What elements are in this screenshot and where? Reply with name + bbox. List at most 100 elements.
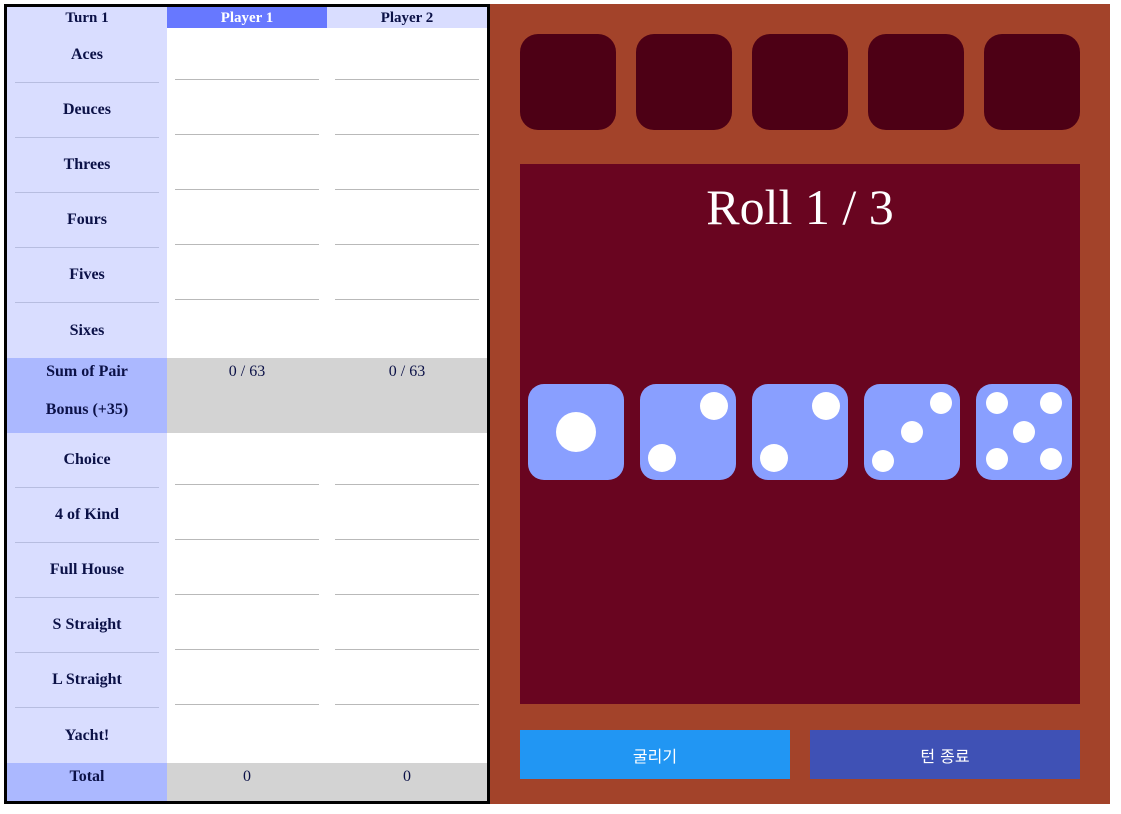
die-pip — [648, 443, 677, 472]
player-2-cell — [327, 193, 487, 248]
player-2-cell — [327, 83, 487, 138]
die-pip — [1039, 447, 1062, 470]
player-2-l-straight-score[interactable] — [335, 659, 479, 705]
score-row: Fours — [7, 193, 487, 248]
player-2-full-house-score[interactable] — [335, 549, 479, 595]
die[interactable] — [864, 384, 960, 480]
player-2-cell — [327, 653, 487, 708]
player-1-threes-score[interactable] — [175, 144, 319, 190]
category-label: L Straight — [15, 653, 159, 708]
category-cell: Sixes — [7, 303, 167, 358]
kept-die-slot[interactable] — [636, 34, 732, 130]
player-1-aces-score[interactable] — [175, 34, 319, 80]
player-2-deuces-score[interactable] — [335, 89, 479, 135]
player-2-choice-score[interactable] — [335, 439, 479, 485]
total-row: Total 0 0 — [7, 763, 487, 801]
die-pip — [699, 392, 728, 421]
die-pip — [901, 421, 923, 443]
kept-die-slot[interactable] — [868, 34, 964, 130]
score-row: Sixes — [7, 303, 487, 358]
player-1-cell — [167, 488, 327, 543]
roll-button[interactable]: 굴리기 — [520, 730, 790, 779]
player-1-yacht-score[interactable] — [175, 714, 319, 760]
player-1-choice-score[interactable] — [175, 439, 319, 485]
player-1-fives-score[interactable] — [175, 254, 319, 300]
player-1-l-straight-score[interactable] — [175, 659, 319, 705]
player-2-sixes-score[interactable] — [335, 309, 479, 355]
player-1-upper-sum: 0 / 63 — [228, 363, 266, 380]
category-label: Deuces — [15, 83, 159, 138]
player-1-deuces-score[interactable] — [175, 89, 319, 135]
player-1-fours-score[interactable] — [175, 199, 319, 245]
category-label: Yacht! — [64, 726, 110, 744]
player-2-upper-sum: 0 / 63 — [388, 363, 426, 380]
score-row: Fives — [7, 248, 487, 303]
score-row: 4 of Kind — [7, 488, 487, 543]
total-label: Total — [69, 768, 105, 785]
player-1-4-of-kind-score[interactable] — [175, 494, 319, 540]
player-2-aces-score[interactable] — [335, 34, 479, 80]
score-sheet: Turn 1 Player 1 Player 2 Aces Deuces Three… — [4, 4, 490, 804]
kept-die-slot[interactable] — [984, 34, 1080, 130]
category-label: S Straight — [15, 598, 159, 653]
kept-die-slot[interactable] — [520, 34, 616, 130]
player-2-cell — [327, 433, 487, 488]
category-label: Choice — [15, 433, 159, 488]
player-2-yacht-score[interactable] — [335, 714, 479, 760]
player-2-fours-score[interactable] — [335, 199, 479, 245]
bonus-label: Bonus (+35) — [45, 401, 129, 418]
player-2-cell — [327, 598, 487, 653]
die[interactable] — [976, 384, 1072, 480]
player-1-full-house-score[interactable] — [175, 549, 319, 595]
roll-indicator: Roll 1 / 3 — [706, 179, 894, 235]
player-1-cell — [167, 543, 327, 598]
player-2-threes-score[interactable] — [335, 144, 479, 190]
category-label: Threes — [15, 138, 159, 193]
kept-die-slot[interactable] — [752, 34, 848, 130]
player-2-s-straight-score[interactable] — [335, 604, 479, 650]
category-label: Aces — [15, 28, 159, 83]
player-1-total-cell: 0 — [167, 763, 327, 801]
die[interactable] — [528, 384, 624, 480]
player-2-fives-score[interactable] — [335, 254, 479, 300]
player-1-cell — [167, 248, 327, 303]
player-2-cell — [327, 303, 487, 358]
player-1-cell — [167, 708, 327, 763]
score-row: Full House — [7, 543, 487, 598]
player-1-cell — [167, 598, 327, 653]
player-1-cell — [167, 83, 327, 138]
player-1-header: Player 1 — [167, 7, 327, 29]
dice-board: Roll 1 / 3 굴리기 턴 종료 — [490, 4, 1110, 804]
player-1-cell — [167, 433, 327, 488]
sum-of-pair-label: Sum of Pair — [46, 363, 128, 380]
category-cell: Fives — [7, 248, 167, 303]
category-cell: Choice — [7, 433, 167, 488]
score-row: Aces — [7, 28, 487, 83]
die-pip — [1039, 392, 1062, 415]
die[interactable] — [752, 384, 848, 480]
die[interactable] — [640, 384, 736, 480]
end-turn-button[interactable]: 턴 종료 — [810, 730, 1080, 779]
die-pip — [811, 392, 840, 421]
player-1-sixes-score[interactable] — [175, 309, 319, 355]
total-label-cell: Total — [7, 763, 167, 801]
category-cell: 4 of Kind — [7, 488, 167, 543]
player-2-4-of-kind-score[interactable] — [335, 494, 479, 540]
bonus-row: Sum of Pair Bonus (+35) 0 / 63 0 / 63 — [7, 358, 487, 434]
player-2-cell — [327, 248, 487, 303]
player-1-cell — [167, 193, 327, 248]
die-pip — [872, 449, 895, 472]
dice-table: Roll 1 / 3 — [520, 164, 1080, 704]
player-2-cell — [327, 28, 487, 83]
score-row: Deuces — [7, 83, 487, 138]
score-row: S Straight — [7, 598, 487, 653]
player-1-s-straight-score[interactable] — [175, 604, 319, 650]
score-row: Choice — [7, 433, 487, 488]
player-1-bonus: 0 / 63 — [167, 358, 327, 434]
score-header: Turn 1 Player 1 Player 2 — [7, 7, 487, 29]
player-1-cell — [167, 653, 327, 708]
score-row: Yacht! — [7, 708, 487, 763]
category-cell: Aces — [7, 28, 167, 83]
die-pip — [986, 447, 1009, 470]
die-pip — [986, 392, 1009, 415]
